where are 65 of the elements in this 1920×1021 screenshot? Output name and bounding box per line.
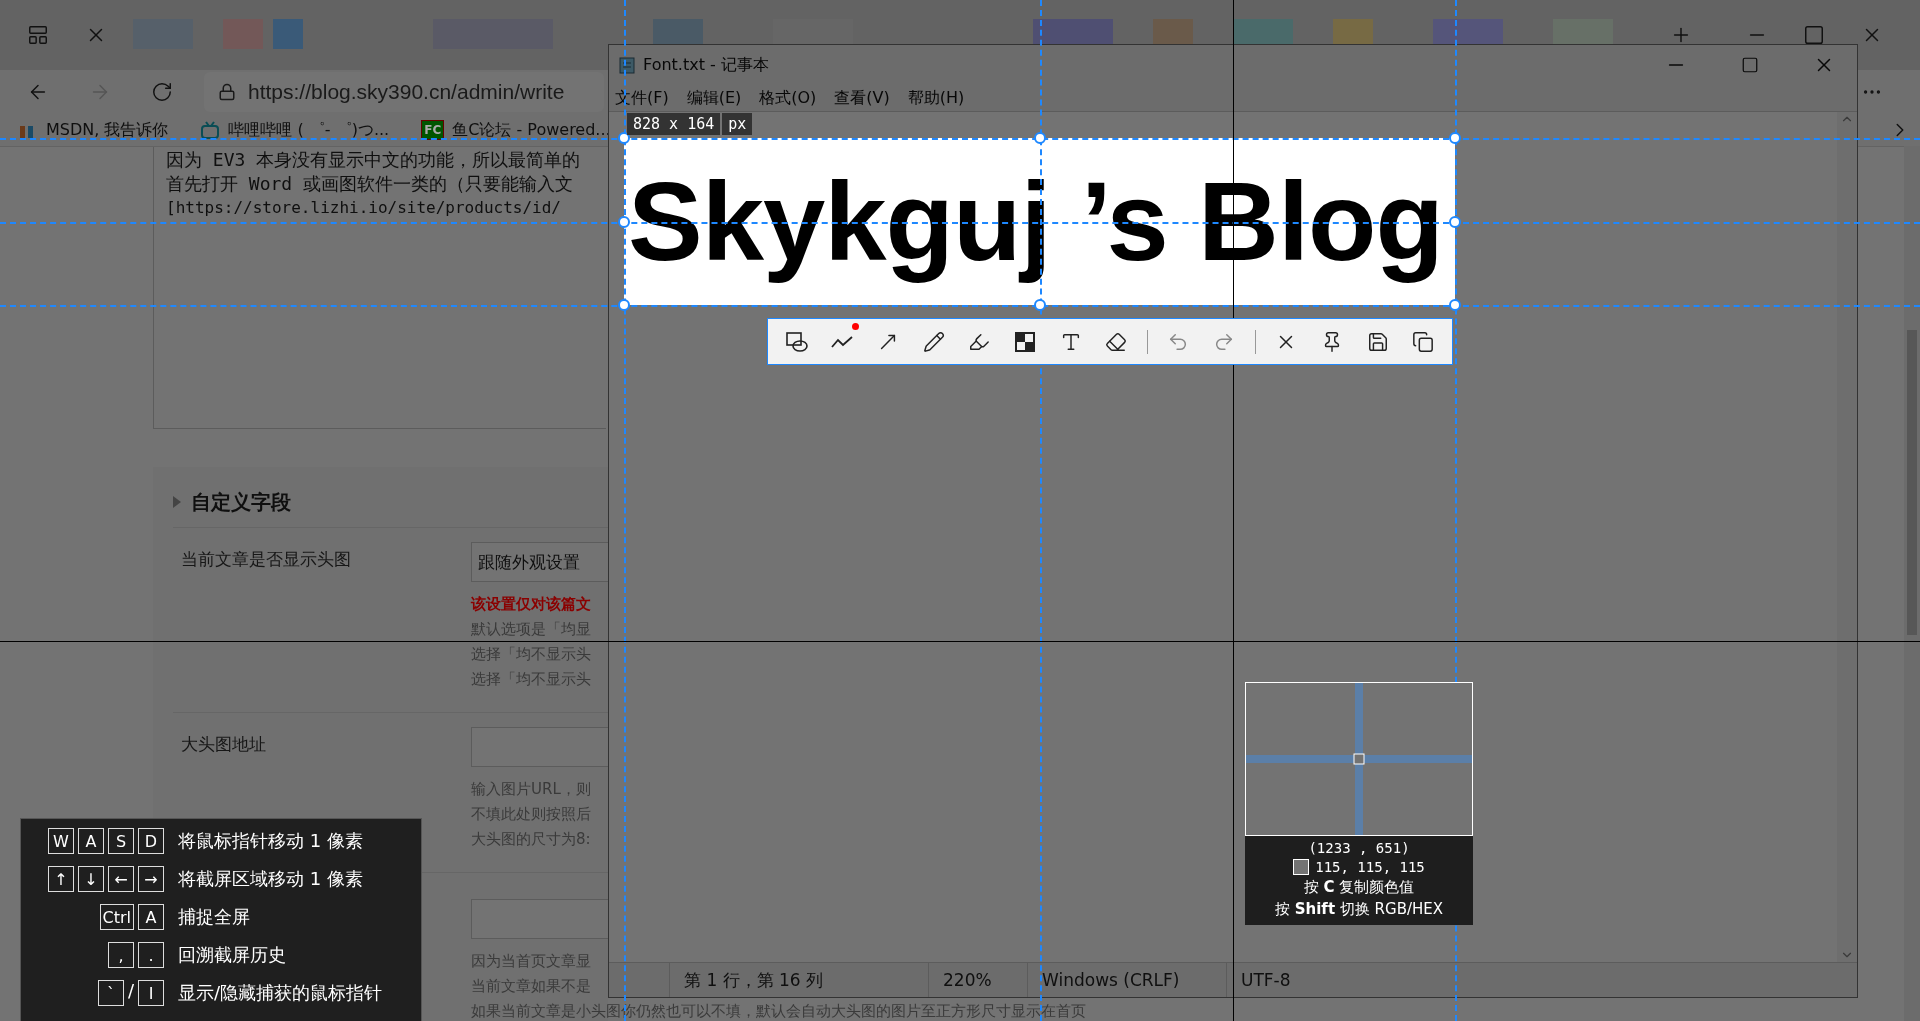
size-text: 828 x 164 <box>627 113 721 135</box>
select-field[interactable]: 跟随外观设置 <box>471 542 608 582</box>
editor-card[interactable]: 因为 EV3 本身没有显示中文的功能，所以最简单的 首先打开 Word 或画图软件一类的（只要能输入文 [https://store.lizhi.io/site/products/id/ <box>153 147 606 429</box>
hint-text: 按 Shift 切换 RGB/HEX <box>1274 900 1444 919</box>
notepad-icon <box>619 56 635 74</box>
menu-item[interactable]: 查看(V) <box>832 87 892 109</box>
key-cap: , <box>108 942 134 968</box>
shortcut-text: 将截屏区域移动 1 像素 <box>178 867 364 891</box>
bookmark[interactable]: FC 鱼C论坛 - Powered... <box>421 119 611 141</box>
hint-text: 按 C 复制颜色值 <box>1303 878 1415 897</box>
key-cap: A <box>138 904 164 930</box>
key-cap: → <box>138 866 164 892</box>
editor-line: [https://store.lizhi.io/site/products/id/ <box>166 197 562 219</box>
section-title: 自定义字段 <box>191 488 291 516</box>
key-cap: A <box>78 828 104 854</box>
shortcut-text: 捕捉全屏 <box>178 905 251 929</box>
polyline-icon[interactable] <box>830 333 855 350</box>
color-value: 115, 115, 115 <box>1315 859 1425 875</box>
site-badge: FC <box>421 120 445 140</box>
coordinates-text: (1233 , 651) <box>1308 840 1410 856</box>
warning-text: 该设置仅对该篇文 <box>471 594 591 615</box>
bookmark[interactable]: MSDN, 我告诉你 <box>18 119 169 141</box>
key-cap: ` <box>97 980 124 1006</box>
key-cap: Ctrl <box>99 904 134 930</box>
input-field[interactable] <box>471 899 608 939</box>
pencil-icon[interactable] <box>922 330 945 353</box>
address-bar[interactable]: https://blog.sky390.cn/admin/write <box>204 72 604 112</box>
key-cap: W <box>48 828 74 854</box>
key-cap: S <box>108 828 134 854</box>
field-label: 当前文章是否显示头图 <box>181 548 352 571</box>
maximize-icon[interactable] <box>1741 56 1759 74</box>
shortcut-text: 将鼠标指针移动 1 像素 <box>178 829 364 853</box>
tv-icon <box>200 120 221 140</box>
input-field[interactable] <box>471 727 608 767</box>
window-title: Font.txt - 记事本 <box>643 54 770 76</box>
editor-line: 因为 EV3 本身没有显示中文的功能，所以最简单的 <box>166 149 582 171</box>
status-text: Windows (CRLF) <box>1027 963 1226 997</box>
mosaic-icon[interactable] <box>1014 331 1035 352</box>
maximize-icon[interactable] <box>1803 24 1826 46</box>
key-cap: I <box>138 980 164 1006</box>
key-cap: ↑ <box>48 866 74 892</box>
status-text: 第 1 行，第 16 列 <box>669 963 928 997</box>
shortcut-text: 显示/隐藏捕获的鼠标指针 <box>178 981 384 1005</box>
indicator-dot-icon <box>852 322 860 330</box>
key-cap: D <box>138 828 164 854</box>
status-text: 220% <box>928 963 1027 997</box>
editor-line: 首先打开 Word 或画图软件一类的（只要能输入文 <box>166 173 575 195</box>
copy-icon[interactable] <box>1412 330 1435 353</box>
menu-item[interactable]: 编辑(E) <box>684 87 744 109</box>
key-cap: ↓ <box>78 866 104 892</box>
lock-icon <box>218 83 236 101</box>
tab-actions-icon[interactable] <box>26 24 49 46</box>
menu-item[interactable]: 帮助(H) <box>905 87 967 109</box>
bookmark[interactable]: 哔哩哔哩 ( ゜- ゜)つ... <box>200 119 390 141</box>
key-cap: . <box>138 942 164 968</box>
shortcut-text: 回溯截屏历史 <box>178 943 287 967</box>
shape-icon[interactable] <box>784 330 809 353</box>
reload-icon[interactable] <box>151 81 173 103</box>
save-icon[interactable] <box>1366 330 1389 353</box>
unit-text: px <box>722 113 753 135</box>
eraser-icon[interactable] <box>1105 330 1128 353</box>
menu-item[interactable]: 格式(O) <box>757 87 819 109</box>
key-cap: ← <box>108 866 134 892</box>
field-label: 大头图地址 <box>181 733 267 756</box>
separator-text: / <box>127 980 134 1003</box>
